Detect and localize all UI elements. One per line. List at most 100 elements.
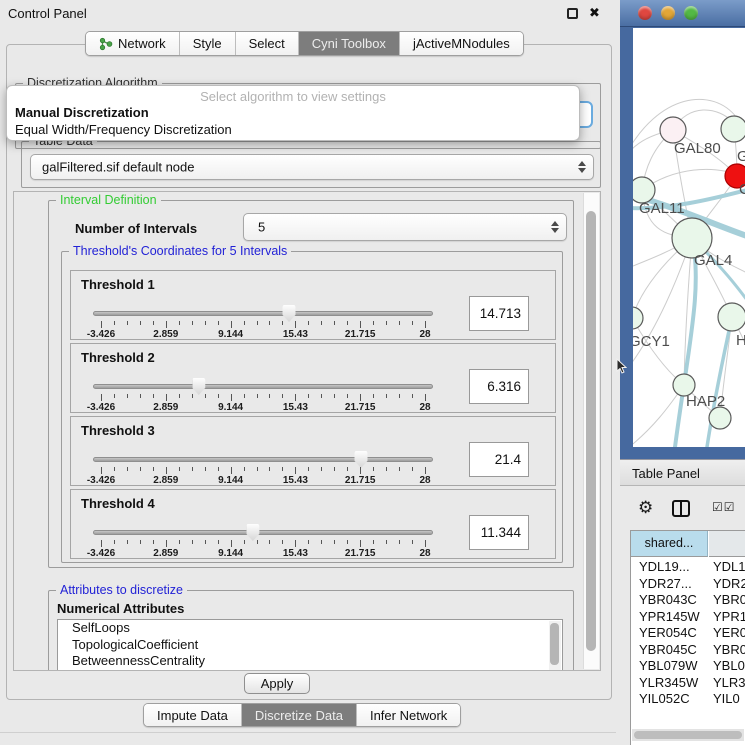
attribute-item[interactable]: TopologicalCoefficient (58, 637, 562, 654)
tab-network[interactable]: Network (86, 32, 180, 55)
table-panel-titlebar: Table Panel (620, 459, 745, 486)
table-row[interactable]: YDR27...YDR2 (631, 576, 745, 593)
threshold-panel-1: Threshold 1-3.4262.8599.14415.4321.71528… (70, 270, 556, 340)
table-data-combobox[interactable]: galFiltered.sif default node (30, 154, 594, 180)
table-row[interactable]: YBR045CYBR0 (631, 642, 745, 659)
interval-definition-title: Interval Definition (56, 193, 161, 207)
tick-label: -3.426 (87, 402, 115, 413)
attributes-list-scrollbar[interactable] (549, 621, 561, 671)
control-panel-titlebar: Control Panel ✖ (0, 0, 616, 26)
numerical-attributes-list[interactable]: SelfLoopsTopologicalCoefficientBetweenne… (57, 619, 563, 671)
slider-thumb[interactable] (355, 451, 368, 468)
mouse-cursor (616, 358, 627, 374)
table-horizontal-scrollbar[interactable] (632, 729, 744, 741)
control-panel-tabbar: Network Style Select Cyni Toolbox jActiv… (85, 31, 524, 56)
tick-label: 2.859 (153, 329, 178, 340)
tick-label: 2.859 (153, 402, 178, 413)
interval-definition-group: Interval Definition Number of Intervals … (48, 200, 574, 568)
attribute-item[interactable]: BetweennessCentrality (58, 653, 562, 670)
table-row[interactable]: YDL19...YDL1 (631, 559, 745, 576)
column-header-name[interactable]: n (709, 531, 745, 557)
control-panel-title: Control Panel (8, 6, 87, 21)
threshold-value-field[interactable]: 6.316 (469, 369, 529, 404)
table-data-value: galFiltered.sif default node (42, 160, 194, 175)
attribute-item[interactable]: SelfLoops (58, 620, 562, 637)
table-header-row: shared... n (631, 531, 745, 557)
gear-icon[interactable]: ⚙ (638, 498, 653, 518)
tab-impute-data[interactable]: Impute Data (144, 704, 242, 726)
svg-text:GAL80: GAL80 (674, 140, 721, 157)
svg-text:HAP2: HAP2 (686, 393, 725, 410)
threshold-coordinates-group: Threshold's Coordinates for 5 Intervals … (61, 251, 563, 563)
close-traffic-light[interactable] (638, 6, 652, 20)
threshold-slider[interactable] (93, 384, 433, 389)
zoom-traffic-light[interactable] (684, 6, 698, 20)
table-row[interactable]: YER054CYER0 (631, 625, 745, 642)
svg-text:H: H (736, 332, 745, 349)
tab-select[interactable]: Select (236, 32, 299, 55)
svg-text:C: C (739, 181, 745, 198)
close-icon[interactable]: ✖ (589, 5, 600, 21)
tab-style[interactable]: Style (180, 32, 236, 55)
threshold-label: Threshold 2 (81, 350, 155, 365)
tick-label: 28 (419, 475, 430, 486)
select-columns-checkboxes-icon[interactable]: ☑☑ (712, 500, 736, 514)
slider-thumb[interactable] (192, 378, 205, 395)
tick-label: 28 (419, 548, 430, 559)
combo-stepper-icon (578, 161, 586, 173)
tab-discretize-data[interactable]: Discretize Data (242, 704, 357, 726)
threshold-value-field[interactable]: 21.4 (469, 442, 529, 477)
attribute-items: SelfLoopsTopologicalCoefficientBetweenne… (58, 620, 562, 670)
tab-infer-network[interactable]: Infer Network (357, 704, 460, 726)
column-header-shared-name[interactable]: shared... (631, 531, 708, 557)
float-window-icon[interactable] (567, 8, 578, 19)
threshold-value-field[interactable]: 11.344 (469, 515, 529, 550)
tick-label: 21.715 (345, 402, 376, 413)
table-row[interactable]: YBR043CYBR0 (631, 592, 745, 609)
threshold-label: Threshold 3 (81, 423, 155, 438)
slider-thumb[interactable] (283, 305, 296, 322)
slider-ticks (101, 540, 425, 548)
number-of-intervals-value: 5 (258, 220, 265, 235)
threshold-label: Threshold 4 (81, 496, 155, 511)
threshold-value-field[interactable]: 14.713 (469, 296, 529, 331)
algorithm-option-manual[interactable]: Manual Discretization (15, 105, 149, 120)
network-canvas[interactable]: GAL80GCGAL11GAL4GCY1HHAP2 (633, 28, 745, 447)
number-of-intervals-combobox[interactable]: 5 (243, 213, 567, 241)
tick-label: 2.859 (153, 548, 178, 559)
threshold-panel-3: Threshold 3-3.4262.8599.14415.4321.71528… (70, 416, 556, 486)
table-row[interactable]: YBL079WYBL0 (631, 658, 745, 675)
scrollbar-thumb[interactable] (586, 211, 596, 651)
tick-label: 9.144 (218, 548, 243, 559)
settings-vertical-scrollbar[interactable] (583, 193, 599, 669)
minimize-traffic-light[interactable] (661, 6, 675, 20)
svg-text:G: G (737, 148, 745, 165)
tick-label: 9.144 (218, 475, 243, 486)
tick-label: 21.715 (345, 548, 376, 559)
panel-bottom-divider (0, 732, 616, 733)
slider-ticks (101, 321, 425, 329)
algorithm-placeholder-option[interactable]: Select algorithm to view settings (7, 89, 579, 104)
tick-label: 15.43 (283, 475, 308, 486)
tick-label: 9.144 (218, 402, 243, 413)
threshold-coordinates-title: Threshold's Coordinates for 5 Intervals (69, 244, 291, 258)
attributes-group: Attributes to discretize Numerical Attri… (48, 590, 574, 671)
cyni-toolbox-pane: Discretization Algorithm Select algorith… (6, 44, 612, 700)
slider-thumb[interactable] (246, 524, 259, 541)
network-window-titlebar[interactable] (620, 0, 745, 27)
tab-cyni-toolbox[interactable]: Cyni Toolbox (299, 32, 400, 55)
tab-jactivemnodules[interactable]: jActiveMNodules (400, 32, 523, 55)
threshold-slider[interactable] (93, 457, 433, 462)
node-attribute-table[interactable]: shared... n YDL19...YDL1YDR27...YDR2YBR0… (630, 530, 745, 745)
split-columns-icon[interactable] (672, 500, 690, 517)
table-row[interactable]: YPR145WYPR1 (631, 609, 745, 626)
algorithm-option-equal-width[interactable]: Equal Width/Frequency Discretization (15, 122, 232, 137)
table-row[interactable]: YIL052CYIL0 (631, 691, 745, 708)
table-row[interactable]: YLR345WYLR3 (631, 675, 745, 692)
threshold-slider[interactable] (93, 530, 433, 535)
tick-label: 15.43 (283, 548, 308, 559)
tick-label: -3.426 (87, 548, 115, 559)
threshold-slider[interactable] (93, 311, 433, 316)
combo-stepper-icon (551, 221, 559, 233)
apply-button[interactable]: Apply (244, 673, 310, 694)
